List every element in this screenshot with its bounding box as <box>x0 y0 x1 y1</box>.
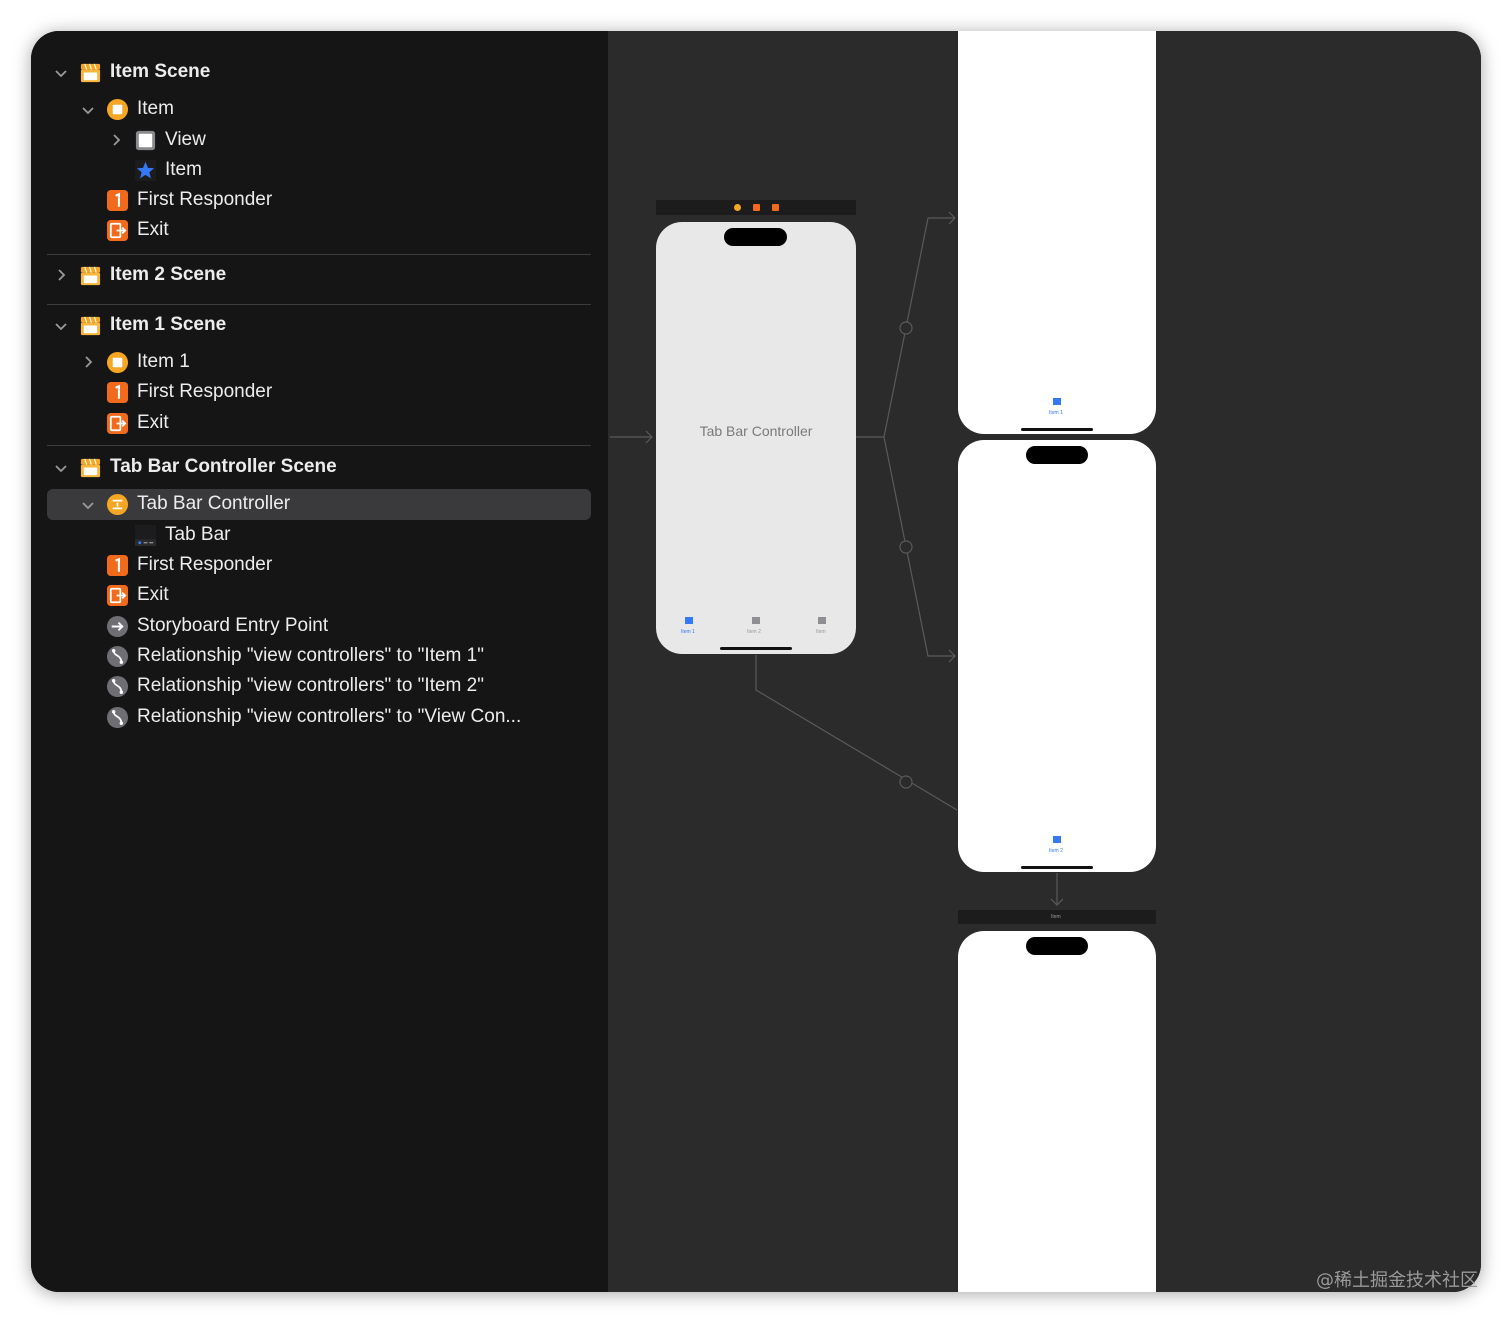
tab-label: Item <box>816 629 826 635</box>
dynamic-island <box>1026 937 1088 955</box>
scene-dock-bar[interactable] <box>656 200 856 215</box>
exit-icon <box>772 204 779 211</box>
tab-item-1-icon <box>685 617 693 624</box>
dynamic-island <box>1026 446 1088 464</box>
scene-bar-label: Item <box>1051 914 1061 920</box>
tab-item-2-icon <box>1053 836 1061 843</box>
item-1-phone[interactable]: Item 1 <box>958 31 1156 434</box>
item-phone[interactable] <box>958 931 1156 1292</box>
tab-item-2-icon <box>752 617 760 624</box>
home-indicator <box>1021 866 1093 869</box>
tab-label: Item 2 <box>747 629 761 635</box>
watermark: @稀土掘金技术社区 <box>1316 1270 1478 1291</box>
home-indicator <box>720 647 792 650</box>
segue-connections <box>610 211 1064 906</box>
scene-dock-bar[interactable]: Item <box>958 910 1156 924</box>
tab-bar-controller-label: Tab Bar Controller <box>699 423 813 439</box>
tab-label: Item 1 <box>1049 410 1063 416</box>
view-controller-icon <box>734 204 741 211</box>
home-indicator <box>1021 428 1093 431</box>
tab-item-1-icon <box>1053 398 1061 405</box>
tab-item-icon <box>818 617 826 624</box>
first-responder-icon <box>753 204 760 211</box>
tab-label: Item 1 <box>681 629 695 635</box>
dynamic-island <box>724 228 787 246</box>
item-2-phone[interactable]: Item 2 <box>958 440 1156 872</box>
tab-label: Item 2 <box>1049 848 1063 854</box>
